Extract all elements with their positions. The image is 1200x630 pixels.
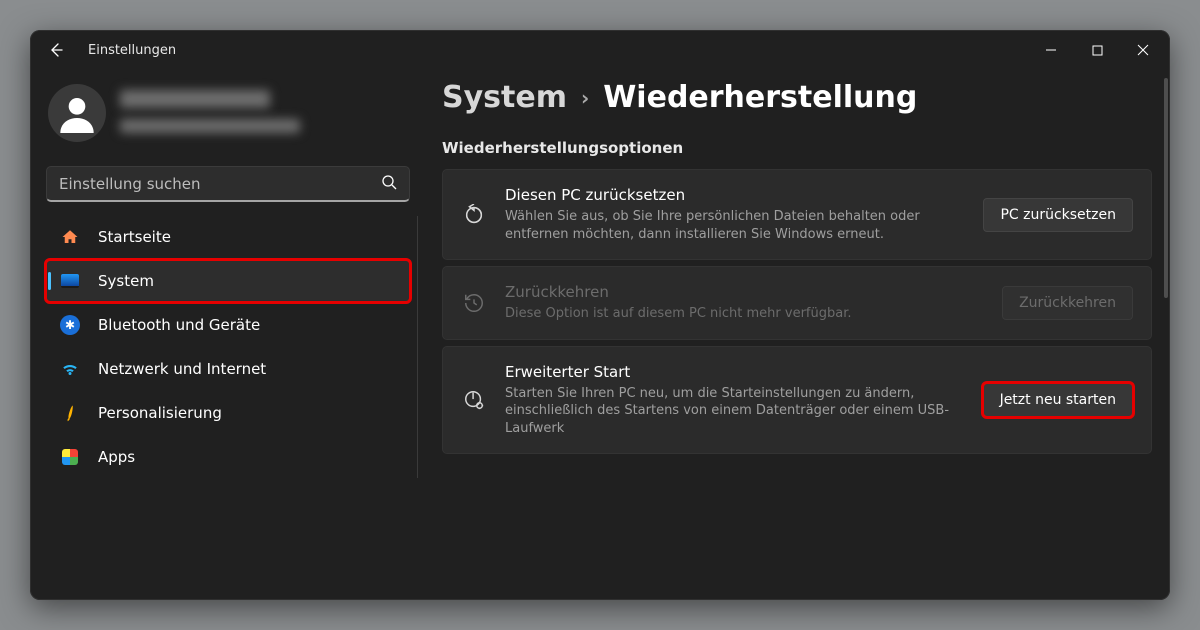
search-icon	[381, 174, 397, 194]
section-title: Wiederherstellungsoptionen	[442, 139, 1152, 157]
sidebar-item-personalization[interactable]: Personalisierung	[46, 392, 410, 434]
card-desc: Wählen Sie aus, ob Sie Ihre persönlichen…	[505, 208, 965, 243]
avatar	[48, 84, 106, 142]
breadcrumb: System › Wiederherstellung	[442, 80, 1152, 115]
power-gear-icon	[461, 389, 487, 411]
scrollbar[interactable]	[1164, 78, 1168, 298]
reset-pc-button[interactable]: PC zurücksetzen	[983, 198, 1133, 232]
wifi-icon	[60, 359, 80, 379]
main-content: System › Wiederherstellung Wiederherstel…	[436, 70, 1170, 600]
profile-section[interactable]	[46, 76, 418, 160]
go-back-button: Zurückkehren	[1002, 286, 1133, 320]
sidebar-nav: Startseite System ✱ Bluetooth und Geräte…	[46, 216, 418, 478]
breadcrumb-parent[interactable]: System	[442, 80, 567, 115]
home-icon	[60, 227, 80, 247]
titlebar: Einstellungen	[30, 30, 1170, 70]
breadcrumb-current: Wiederherstellung	[603, 80, 917, 115]
chevron-right-icon: ›	[581, 86, 589, 110]
card-reset-pc: Diesen PC zurücksetzen Wählen Sie aus, o…	[442, 169, 1152, 260]
restart-now-button[interactable]: Jetzt neu starten	[983, 383, 1133, 417]
maximize-button[interactable]	[1074, 33, 1120, 67]
sidebar-item-label: Netzwerk und Internet	[98, 360, 266, 378]
card-title: Diesen PC zurücksetzen	[505, 186, 965, 204]
window-controls	[1028, 33, 1166, 67]
search-input[interactable]	[59, 175, 373, 193]
card-desc: Diese Option ist auf diesem PC nicht meh…	[505, 305, 984, 323]
sidebar-item-apps[interactable]: Apps	[46, 436, 410, 478]
app-title: Einstellungen	[88, 43, 176, 58]
sidebar-item-label: System	[98, 272, 154, 290]
sidebar-item-label: Bluetooth und Geräte	[98, 316, 260, 334]
bluetooth-icon: ✱	[60, 315, 80, 335]
card-go-back: Zurückkehren Diese Option ist auf diesem…	[442, 266, 1152, 340]
back-button[interactable]	[44, 38, 68, 62]
profile-name	[120, 90, 412, 137]
card-title: Zurückkehren	[505, 283, 984, 301]
sidebar-item-label: Personalisierung	[98, 404, 222, 422]
card-advanced-startup: Erweiterter Start Starten Sie Ihren PC n…	[442, 346, 1152, 455]
card-title: Erweiterter Start	[505, 363, 965, 381]
sidebar-item-bluetooth[interactable]: ✱ Bluetooth und Geräte	[46, 304, 410, 346]
system-icon	[60, 271, 80, 291]
minimize-button[interactable]	[1028, 33, 1074, 67]
sidebar-item-startseite[interactable]: Startseite	[46, 216, 410, 258]
sidebar-item-label: Startseite	[98, 228, 171, 246]
sidebar-item-network[interactable]: Netzwerk und Internet	[46, 348, 410, 390]
sidebar: Startseite System ✱ Bluetooth und Geräte…	[46, 70, 418, 600]
search-box[interactable]	[46, 166, 410, 202]
recovery-options: Diesen PC zurücksetzen Wählen Sie aus, o…	[442, 169, 1152, 454]
apps-icon	[60, 447, 80, 467]
card-desc: Starten Sie Ihren PC neu, um die Startei…	[505, 385, 965, 438]
brush-icon	[56, 399, 83, 426]
close-button[interactable]	[1120, 33, 1166, 67]
sidebar-item-label: Apps	[98, 448, 135, 466]
history-icon	[461, 292, 487, 314]
sidebar-item-system[interactable]: System	[46, 260, 410, 302]
settings-window: Einstellungen	[30, 30, 1170, 600]
reset-icon	[461, 204, 487, 226]
